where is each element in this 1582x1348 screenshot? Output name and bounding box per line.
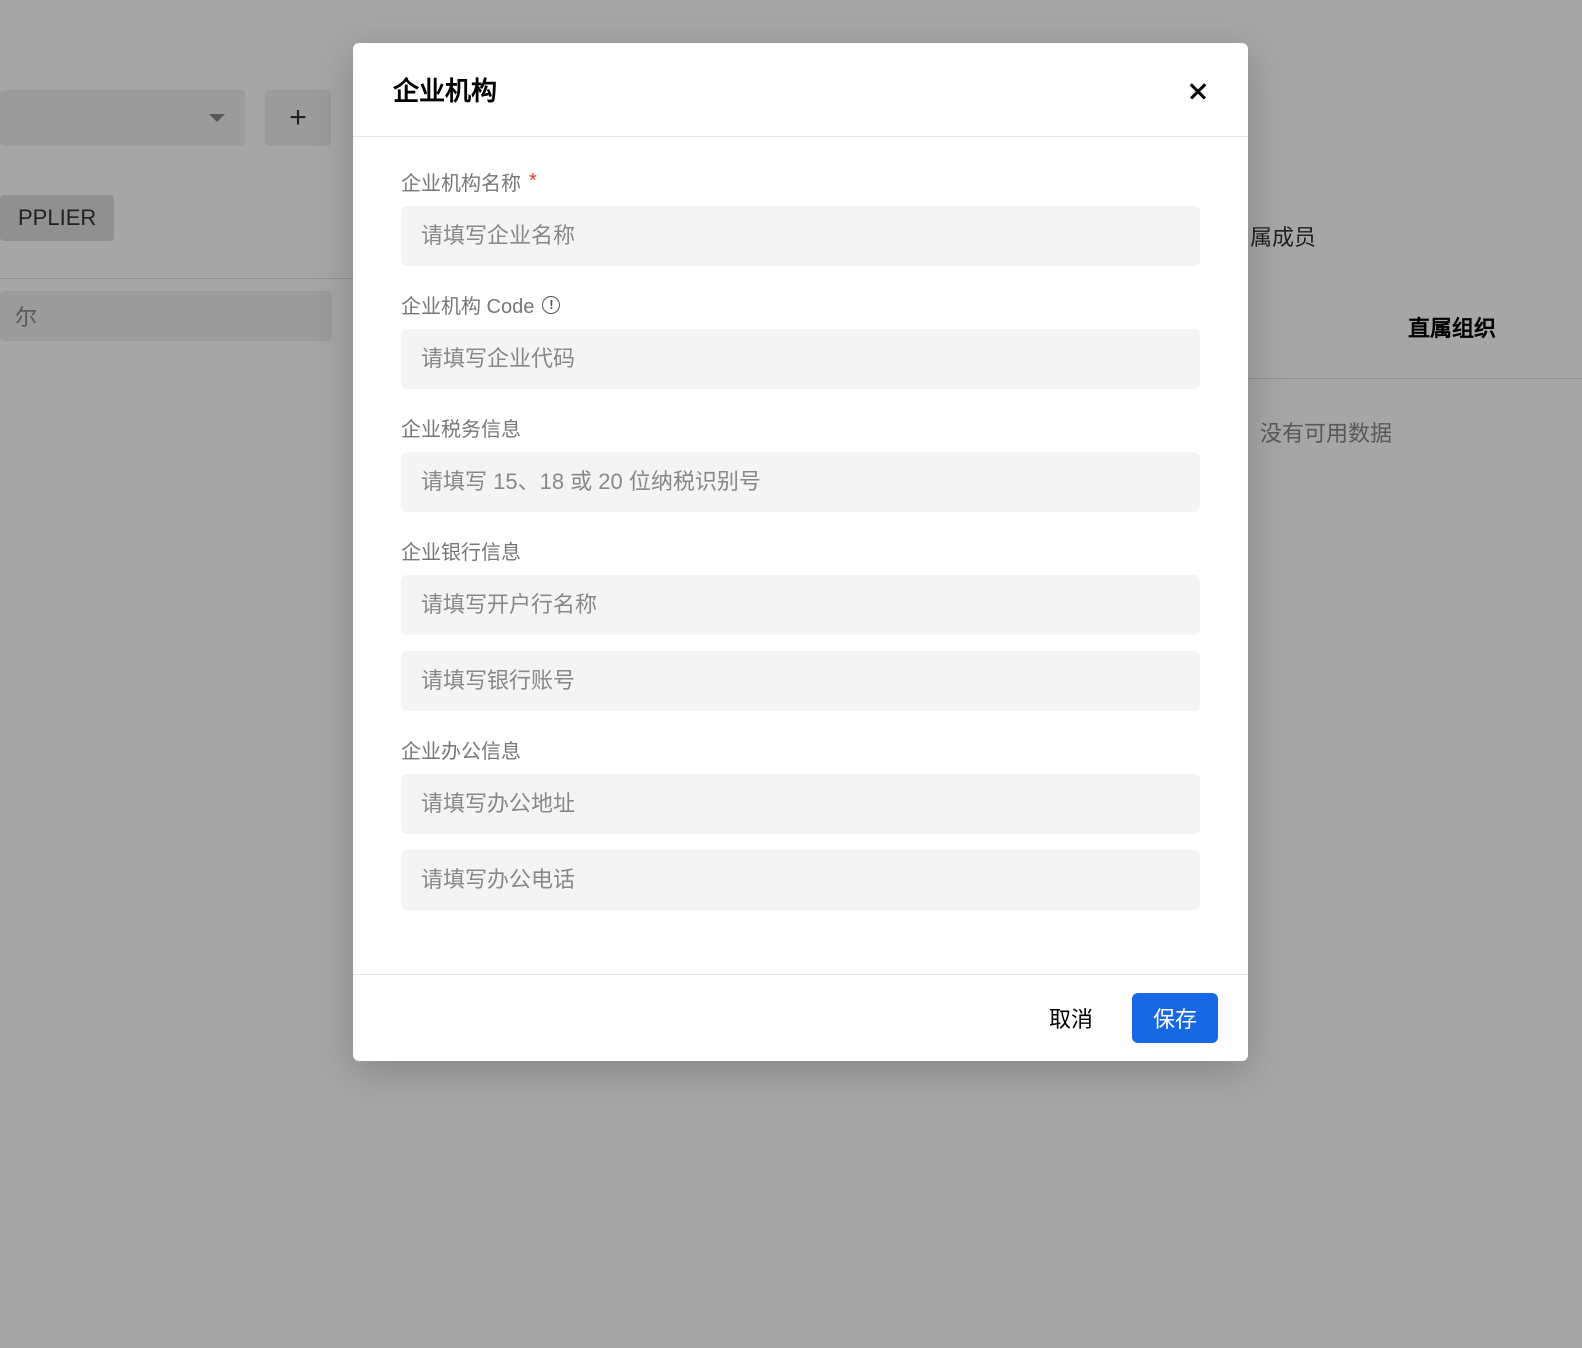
save-button[interactable]: 保存 xyxy=(1132,993,1218,1043)
input-org-code[interactable] xyxy=(401,329,1200,389)
label-text: 企业银行信息 xyxy=(401,536,521,565)
label-office-info: 企业办公信息 xyxy=(401,735,1200,764)
modal-title: 企业机构 xyxy=(393,71,497,108)
label-org-name: 企业机构名称 * xyxy=(401,167,1200,196)
info-icon[interactable]: ! xyxy=(542,296,560,314)
label-text: 企业办公信息 xyxy=(401,735,521,764)
close-icon[interactable] xyxy=(1188,80,1208,100)
form-group-bank-info: 企业银行信息 xyxy=(401,536,1200,711)
input-bank-name[interactable] xyxy=(401,575,1200,635)
label-text: 企业税务信息 xyxy=(401,413,521,442)
form-group-org-name: 企业机构名称 * xyxy=(401,167,1200,266)
input-bank-account[interactable] xyxy=(401,651,1200,711)
input-org-name[interactable] xyxy=(401,206,1200,266)
input-office-phone[interactable] xyxy=(401,850,1200,910)
label-bank-info: 企业银行信息 xyxy=(401,536,1200,565)
label-text: 企业机构 Code xyxy=(401,290,534,319)
label-org-code: 企业机构 Code ! xyxy=(401,290,1200,319)
cancel-button[interactable]: 取消 xyxy=(1028,993,1114,1043)
required-star: * xyxy=(529,170,537,193)
label-tax-info: 企业税务信息 xyxy=(401,413,1200,442)
form-group-tax-info: 企业税务信息 xyxy=(401,413,1200,512)
label-text: 企业机构名称 xyxy=(401,167,521,196)
input-tax-id[interactable] xyxy=(401,452,1200,512)
modal-body: 企业机构名称 * 企业机构 Code ! 企业税务信息 企业银行信息 xyxy=(353,137,1248,974)
modal-header: 企业机构 xyxy=(353,43,1248,137)
org-modal: 企业机构 企业机构名称 * 企业机构 Code ! 企业税务信息 xyxy=(353,43,1248,1061)
input-office-address[interactable] xyxy=(401,774,1200,834)
form-group-office-info: 企业办公信息 xyxy=(401,735,1200,910)
modal-footer: 取消 保存 xyxy=(353,974,1248,1061)
form-group-org-code: 企业机构 Code ! xyxy=(401,290,1200,389)
